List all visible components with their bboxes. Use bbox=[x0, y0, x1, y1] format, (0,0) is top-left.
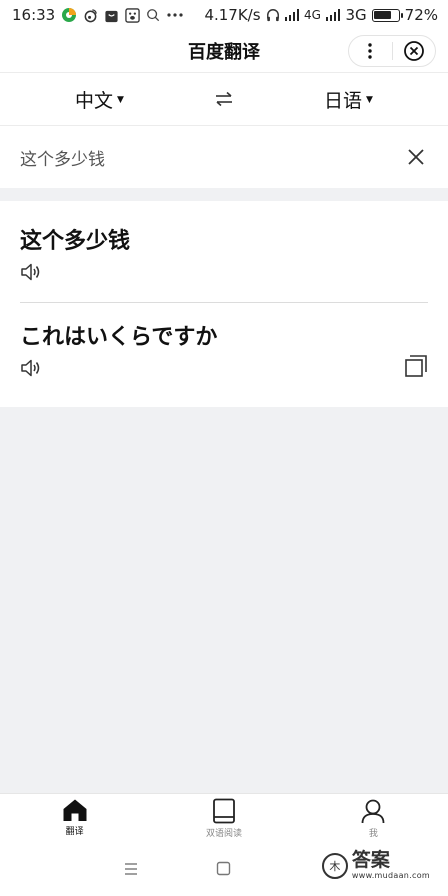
translation-input-area: 这个多少钱 bbox=[0, 126, 448, 188]
clear-input-button[interactable] bbox=[404, 145, 428, 169]
more-button[interactable] bbox=[349, 36, 392, 66]
target-language-select[interactable]: 日语 ▼ bbox=[249, 86, 448, 113]
miniapp-capsule bbox=[348, 35, 436, 67]
tab-bilingual-reading[interactable]: 双语阅读 bbox=[149, 794, 298, 843]
tab-me[interactable]: 我 bbox=[299, 794, 448, 843]
caret-down-icon: ▼ bbox=[117, 95, 124, 105]
close-circle-icon bbox=[403, 41, 424, 61]
square-home-icon bbox=[216, 861, 231, 876]
battery-percent: 72% bbox=[404, 6, 438, 24]
tab-translate[interactable]: 翻译 bbox=[0, 794, 149, 843]
weibo-icon bbox=[83, 8, 98, 23]
copy-translation-button[interactable] bbox=[404, 354, 428, 382]
translation-result-card: 这个多少钱 これはいくらですか bbox=[0, 201, 448, 407]
copy-icon bbox=[405, 355, 427, 377]
app-header: 百度翻译 bbox=[0, 30, 448, 72]
status-time: 16:33 bbox=[12, 6, 56, 24]
tab-label: 双语阅读 bbox=[205, 829, 242, 839]
language-bar: 中文 ▼ 日语 ▼ bbox=[0, 72, 448, 126]
watermark-logo: 木 答案 www.mudaan.com bbox=[321, 849, 430, 880]
network-speed: 4.17K/s bbox=[204, 6, 261, 24]
network-type-2: 3G bbox=[345, 6, 367, 24]
tab-label: 翻译 bbox=[65, 827, 84, 837]
app-notification-icon bbox=[61, 7, 77, 23]
headphone-icon bbox=[266, 8, 280, 22]
play-source-audio-button[interactable] bbox=[20, 262, 42, 286]
more-notifications-icon bbox=[166, 12, 184, 18]
home-icon bbox=[63, 799, 87, 821]
source-text: 这个多少钱 bbox=[20, 229, 131, 254]
translation-input[interactable]: 这个多少钱 bbox=[20, 145, 404, 170]
user-icon bbox=[361, 799, 385, 824]
status-bar: 16:33 4.17K/s 4G 3G 72% bbox=[0, 0, 448, 30]
watermark-url: www.mudaan.com bbox=[351, 871, 430, 880]
bottom-tab-bar: 翻译 双语阅读 我 bbox=[0, 793, 448, 843]
book-icon bbox=[213, 798, 235, 824]
swap-languages-button[interactable] bbox=[199, 91, 249, 107]
tab-label: 我 bbox=[368, 829, 378, 839]
caret-down-icon: ▼ bbox=[366, 95, 373, 105]
speaker-icon bbox=[21, 263, 40, 281]
home-nav-button[interactable] bbox=[216, 861, 231, 880]
signal-strength-icon bbox=[284, 9, 300, 21]
play-translation-audio-button[interactable] bbox=[20, 358, 42, 382]
battery-icon bbox=[371, 8, 403, 22]
close-icon bbox=[408, 149, 424, 165]
more-vertical-icon bbox=[368, 43, 372, 59]
target-language-label: 日语 bbox=[324, 89, 363, 112]
watermark-brand: 答案 bbox=[351, 849, 390, 871]
page-title: 百度翻译 bbox=[188, 42, 260, 63]
menu-nav-button[interactable] bbox=[124, 861, 138, 880]
menu-icon bbox=[125, 863, 137, 875]
swap-icon bbox=[216, 91, 232, 107]
signal-strength-icon-2 bbox=[325, 9, 341, 21]
source-language-label: 中文 bbox=[75, 89, 114, 112]
search-icon bbox=[146, 8, 160, 22]
baidu-paw-icon bbox=[125, 7, 140, 23]
network-type-1: 4G bbox=[304, 8, 321, 22]
result-divider bbox=[20, 302, 428, 303]
close-miniapp-button[interactable] bbox=[393, 36, 436, 66]
watermark-seal: 木 bbox=[321, 852, 348, 879]
speaker-icon bbox=[21, 359, 40, 377]
translated-text: これはいくらですか bbox=[20, 325, 218, 350]
source-language-select[interactable]: 中文 ▼ bbox=[0, 86, 199, 113]
system-navigation-bar: 木 答案 www.mudaan.com bbox=[0, 843, 448, 896]
bag-icon bbox=[104, 8, 119, 23]
